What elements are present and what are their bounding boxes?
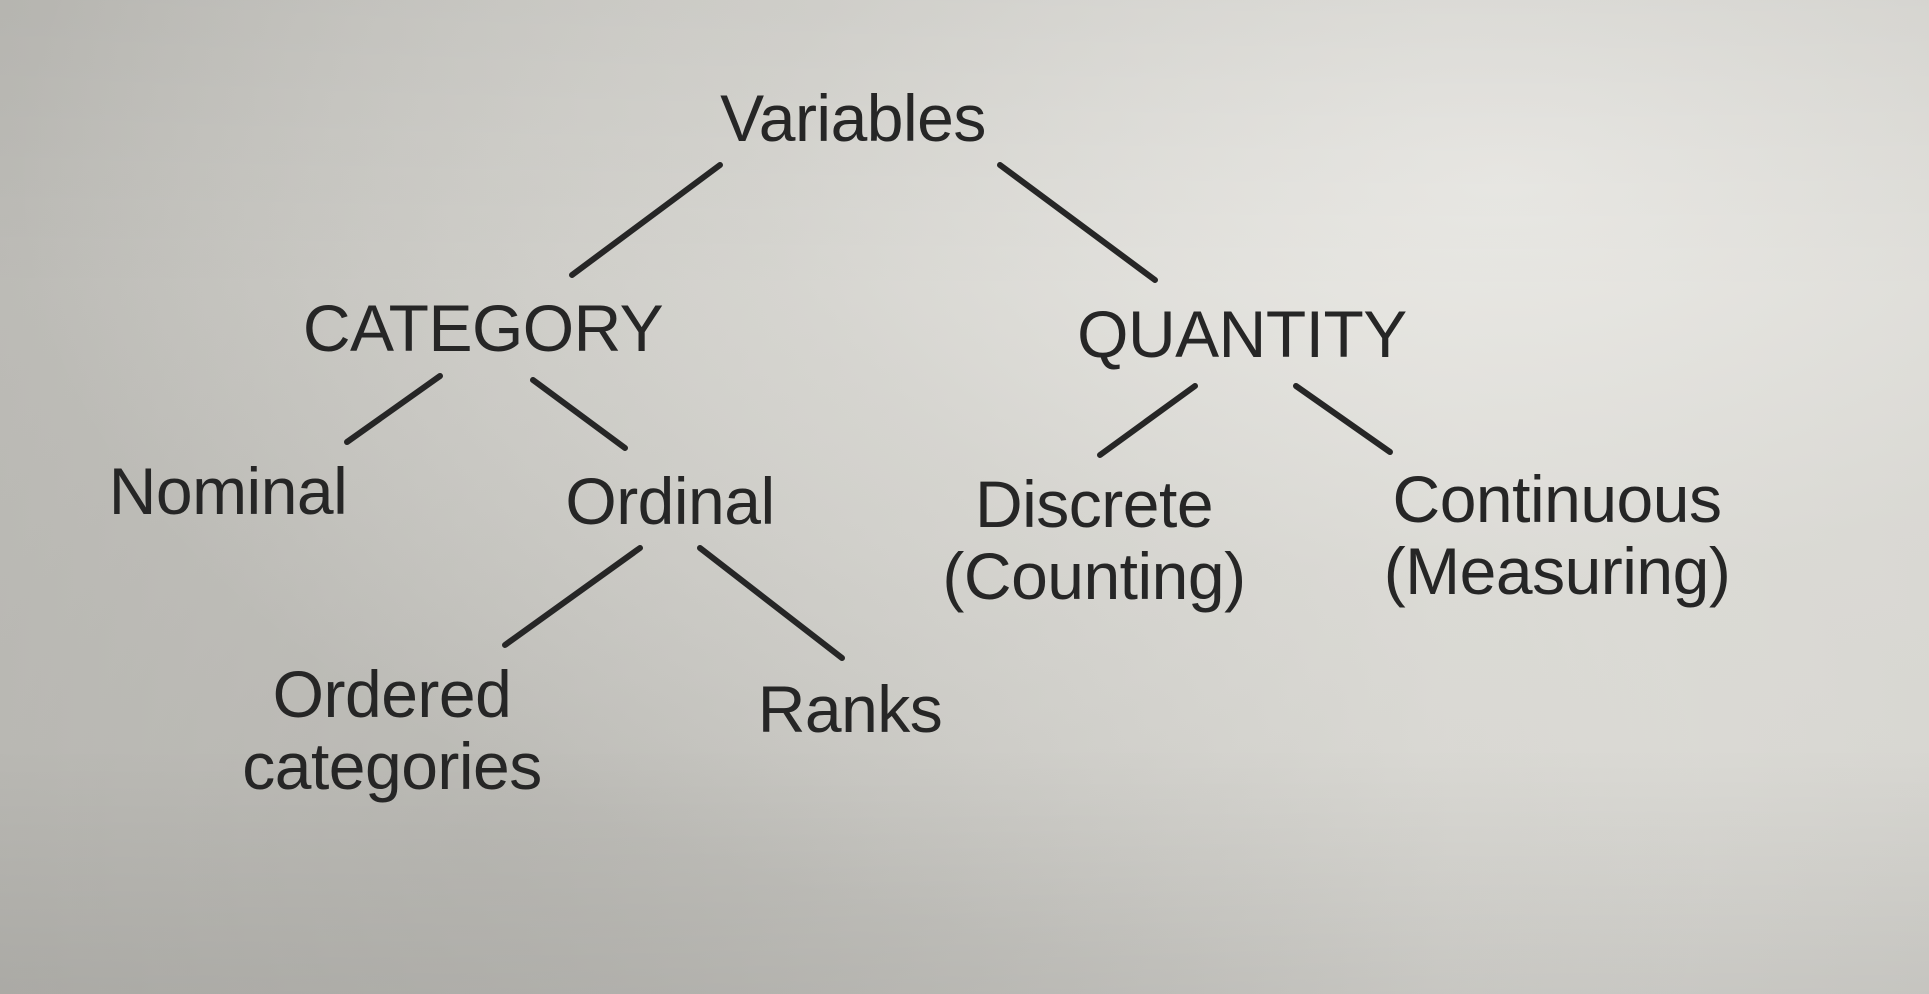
node-nominal: Nominal (109, 455, 348, 527)
edge-quantity-discrete (1097, 383, 1198, 458)
node-continuous-line2: (Measuring) (1383, 534, 1731, 608)
node-ranks-label: Ranks (757, 672, 943, 746)
node-category-label: CATEGORY (302, 291, 664, 365)
edge-variables-category (569, 162, 723, 278)
node-continuous-line1: Continuous (1392, 462, 1722, 536)
node-variables: Variables (720, 82, 986, 154)
node-ordinal: Ordinal (565, 464, 775, 538)
node-ranks: Ranks (758, 673, 943, 745)
node-nominal-label: Nominal (108, 454, 348, 528)
node-discrete: Discrete (Counting) (942, 467, 1246, 613)
node-category: CATEGORY (302, 291, 664, 365)
node-quantity-label: QUANTITY (1077, 297, 1407, 371)
edge-variables-quantity (997, 162, 1158, 283)
node-ordered-categories-line1: Ordered (272, 657, 512, 731)
edge-ordinal-ordered (502, 545, 643, 648)
node-ordinal-label: Ordinal (565, 464, 775, 538)
node-continuous: Continuous (Measuring) (1384, 463, 1731, 607)
node-quantity: QUANTITY (1077, 298, 1407, 370)
node-discrete-line2: (Counting) (942, 539, 1246, 613)
edge-category-ordinal (530, 377, 628, 451)
node-ordered-categories-line2: categories (242, 729, 542, 803)
node-variables-label: Variables (720, 81, 986, 155)
node-discrete-line1: Discrete (974, 467, 1214, 541)
edge-category-nominal (344, 373, 443, 445)
edge-quantity-continuous (1293, 383, 1393, 455)
edge-ordinal-ranks (697, 545, 845, 661)
node-ordered-categories: Ordered categories (242, 658, 542, 802)
